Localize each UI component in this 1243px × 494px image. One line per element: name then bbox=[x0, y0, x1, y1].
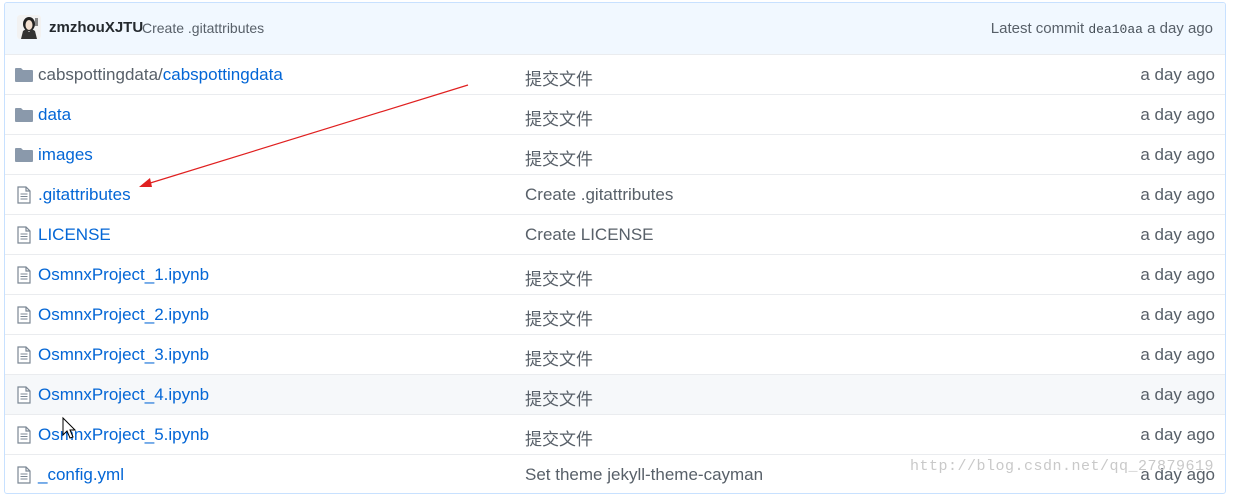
file-row[interactable]: LICENSE Create LICENSE a day ago bbox=[5, 214, 1225, 254]
file-name: .gitattributes bbox=[38, 185, 131, 204]
file-commit-message[interactable]: Create .gitattributes bbox=[525, 185, 673, 205]
file-commit-age: a day ago bbox=[1140, 105, 1215, 124]
latest-commit-bar: zmzhouXJTU Create .gitattributes Latest … bbox=[5, 3, 1225, 55]
file-name-link[interactable]: OsmnxProject_2.ipynb bbox=[38, 305, 209, 325]
file-commit-message[interactable]: 提交文件 bbox=[525, 105, 593, 130]
file-name-link[interactable]: OsmnxProject_4.ipynb bbox=[38, 385, 209, 405]
folder-icon bbox=[14, 106, 34, 124]
file-name: OsmnxProject_2.ipynb bbox=[38, 305, 210, 324]
file-commit-age: a day ago bbox=[1140, 65, 1215, 84]
commit-author[interactable]: zmzhouXJTU bbox=[49, 19, 143, 36]
file-commit-age: a day ago bbox=[1140, 265, 1215, 284]
file-row[interactable]: OsmnxProject_4.ipynb 提交文件 a day ago bbox=[5, 374, 1225, 414]
file-name: OsmnxProject_3.ipynb bbox=[38, 345, 210, 364]
file-text-icon bbox=[14, 266, 34, 284]
file-text-icon bbox=[14, 186, 34, 204]
file-text-icon bbox=[14, 306, 34, 324]
file-commit-age: a day ago bbox=[1140, 225, 1215, 244]
file-name: cabspottingdata bbox=[162, 65, 283, 84]
file-text-icon bbox=[14, 466, 34, 484]
file-commit-age: a day ago bbox=[1140, 345, 1215, 364]
file-name: _config.yml bbox=[38, 465, 124, 484]
watermark: http://blog.csdn.net/qq_27879619 bbox=[910, 458, 1215, 475]
file-row[interactable]: OsmnxProject_2.ipynb 提交文件 a day ago bbox=[5, 294, 1225, 334]
file-name-prefix: cabspottingdata/ bbox=[38, 65, 163, 84]
file-name-link[interactable]: _config.yml bbox=[38, 465, 124, 485]
file-name-link[interactable]: OsmnxProject_1.ipynb bbox=[38, 265, 209, 285]
file-name-link[interactable]: cabspottingdata/cabspottingdata bbox=[38, 65, 283, 85]
file-commit-age: a day ago bbox=[1140, 385, 1215, 404]
file-commit-age: a day ago bbox=[1140, 305, 1215, 324]
file-text-icon bbox=[14, 226, 34, 244]
latest-commit-info: Latest commit dea10aa a day ago bbox=[991, 20, 1213, 37]
folder-icon bbox=[14, 66, 34, 84]
file-name-link[interactable]: OsmnxProject_3.ipynb bbox=[38, 345, 209, 365]
file-name: OsmnxProject_1.ipynb bbox=[38, 265, 210, 284]
file-name-link[interactable]: .gitattributes bbox=[38, 185, 131, 205]
file-commit-message[interactable]: 提交文件 bbox=[525, 305, 593, 330]
file-commit-message[interactable]: Create LICENSE bbox=[525, 225, 654, 245]
file-commit-message[interactable]: 提交文件 bbox=[525, 145, 593, 170]
file-name: OsmnxProject_4.ipynb bbox=[38, 385, 210, 404]
file-name-link[interactable]: images bbox=[38, 145, 93, 165]
file-row[interactable]: OsmnxProject_3.ipynb 提交文件 a day ago bbox=[5, 334, 1225, 374]
file-row[interactable]: data 提交文件 a day ago bbox=[5, 94, 1225, 134]
file-name-link[interactable]: OsmnxProject_5.ipynb bbox=[38, 425, 209, 445]
file-name: images bbox=[38, 145, 93, 164]
file-name: data bbox=[38, 105, 72, 124]
file-name-link[interactable]: data bbox=[38, 105, 71, 125]
file-commit-message[interactable]: 提交文件 bbox=[525, 65, 593, 90]
file-commit-message[interactable]: 提交文件 bbox=[525, 345, 593, 370]
file-row[interactable]: cabspottingdata/cabspottingdata 提交文件 a day… bbox=[5, 54, 1225, 94]
file-name: OsmnxProject_5.ipynb bbox=[38, 425, 210, 444]
latest-commit-label: Latest commit bbox=[990, 20, 1085, 37]
file-row[interactable]: OsmnxProject_5.ipynb 提交文件 a day ago bbox=[5, 414, 1225, 454]
commit-age: a day ago bbox=[1147, 20, 1213, 37]
file-text-icon bbox=[14, 386, 34, 404]
file-name: LICENSE bbox=[38, 225, 111, 244]
file-text-icon bbox=[14, 426, 34, 444]
commit-sha[interactable]: dea10aa bbox=[1088, 22, 1143, 37]
file-commit-message[interactable]: Set theme jekyll-theme-cayman bbox=[525, 465, 763, 485]
file-commit-message[interactable]: 提交文件 bbox=[525, 265, 593, 290]
file-name-link[interactable]: LICENSE bbox=[38, 225, 111, 245]
file-row[interactable]: OsmnxProject_1.ipynb 提交文件 a day ago bbox=[5, 254, 1225, 294]
file-commit-message[interactable]: 提交文件 bbox=[525, 425, 593, 450]
file-commit-age: a day ago bbox=[1140, 425, 1215, 444]
file-text-icon bbox=[14, 346, 34, 364]
avatar[interactable] bbox=[17, 15, 41, 39]
folder-icon bbox=[14, 146, 34, 164]
file-commit-age: a day ago bbox=[1140, 185, 1215, 204]
commit-message[interactable]: Create .gitattributes bbox=[142, 20, 264, 36]
file-commit-message[interactable]: 提交文件 bbox=[525, 385, 593, 410]
file-row[interactable]: images 提交文件 a day ago bbox=[5, 134, 1225, 174]
file-browser: zmzhouXJTU Create .gitattributes Latest … bbox=[4, 2, 1226, 494]
file-commit-age: a day ago bbox=[1140, 145, 1215, 164]
file-row[interactable]: .gitattributes Create .gitattributes a day… bbox=[5, 174, 1225, 214]
